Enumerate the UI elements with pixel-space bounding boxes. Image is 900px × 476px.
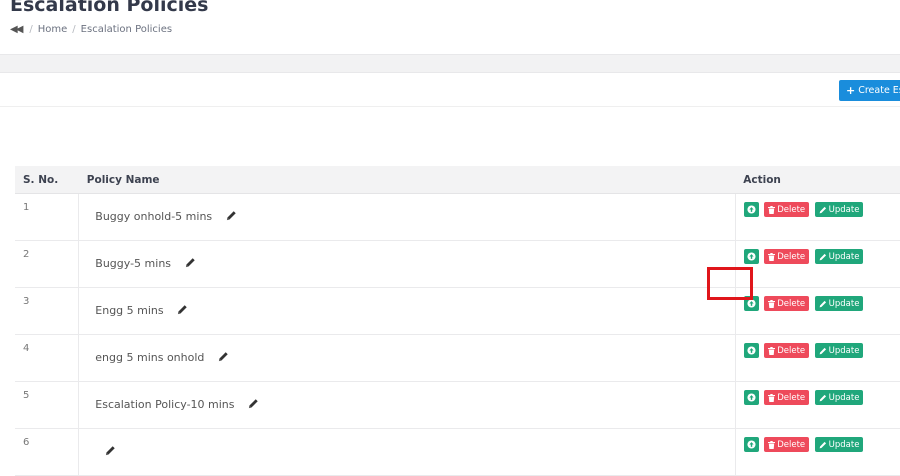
action-cell: Delete Update [735, 381, 900, 429]
table-header-row: S. No. Policy Name Action [15, 166, 900, 194]
delete-button[interactable]: Delete [764, 437, 810, 452]
view-button[interactable] [743, 296, 759, 311]
action-cell: Delete Update [735, 240, 900, 288]
pencil-icon [819, 206, 827, 214]
arrow-circle-up-icon [747, 205, 756, 214]
policy-name-cell [78, 428, 736, 476]
plus-icon: + [846, 84, 856, 97]
trash-icon [768, 393, 776, 402]
policy-name-cell: engg 5 mins onhold [78, 334, 736, 382]
double-left-arrow-icon[interactable]: ◀◀ [10, 24, 23, 35]
pencil-icon [819, 300, 827, 308]
pencil-icon[interactable] [226, 210, 237, 224]
pencil-icon [819, 347, 827, 355]
pencil-icon[interactable] [105, 445, 116, 459]
update-button[interactable]: Update [814, 390, 864, 405]
arrow-circle-up-icon [747, 252, 756, 261]
update-label: Update [828, 204, 860, 215]
table-row: 6 Delete Update [15, 428, 900, 476]
pencil-icon [819, 441, 827, 449]
divider [0, 106, 900, 107]
update-label: Update [828, 439, 860, 450]
delete-button[interactable]: Delete [764, 343, 810, 358]
action-cell: Delete Update [735, 287, 900, 335]
create-escalation-policy-button[interactable]: + Create Esc [839, 80, 900, 101]
policy-name-cell: Buggy-5 mins [78, 240, 736, 288]
trash-icon [768, 299, 776, 308]
update-button[interactable]: Update [814, 249, 864, 264]
pencil-icon[interactable] [248, 398, 259, 412]
view-button[interactable] [743, 390, 759, 405]
table-row: 3 Engg 5 mins Delete Update [15, 287, 900, 335]
pencil-icon[interactable] [185, 257, 196, 271]
sub-header-bar [0, 54, 900, 73]
delete-label: Delete [777, 204, 806, 215]
update-button[interactable]: Update [814, 296, 864, 311]
policy-name: Buggy-5 mins [95, 257, 172, 270]
table-row: 5 Escalation Policy-10 mins Delete Updat… [15, 381, 900, 429]
policy-name-cell: Escalation Policy-10 mins [78, 381, 736, 429]
table-row: 4 engg 5 mins onhold Delete Update [15, 334, 900, 382]
pencil-icon[interactable] [218, 351, 229, 365]
update-label: Update [828, 251, 860, 262]
pencil-icon[interactable] [177, 304, 188, 318]
breadcrumb: ◀◀ / Home / Escalation Policies [10, 24, 172, 35]
pencil-icon [819, 394, 827, 402]
delete-label: Delete [777, 392, 806, 403]
trash-icon [768, 205, 776, 214]
breadcrumb-separator: / [29, 24, 33, 35]
update-label: Update [828, 392, 860, 403]
delete-label: Delete [777, 439, 806, 450]
arrow-circle-up-icon [747, 440, 756, 449]
trash-icon [768, 346, 776, 355]
policies-table: S. No. Policy Name Action 1 Buggy onhold… [15, 166, 900, 476]
row-sno: 4 [15, 334, 80, 382]
policy-name-cell: Engg 5 mins [78, 287, 736, 335]
table-row: 2 Buggy-5 mins Delete Update [15, 240, 900, 288]
update-button[interactable]: Update [814, 343, 864, 358]
delete-label: Delete [777, 251, 806, 262]
view-button[interactable] [743, 343, 759, 358]
page-title: Escalation Policies [10, 0, 209, 16]
row-sno: 5 [15, 381, 80, 429]
action-cell: Delete Update [735, 193, 900, 241]
view-button[interactable] [743, 249, 759, 264]
header-action: Action [735, 166, 900, 194]
trash-icon [768, 252, 776, 261]
pencil-icon [819, 253, 827, 261]
arrow-circle-up-icon [747, 299, 756, 308]
policy-name: Engg 5 mins [95, 304, 164, 317]
row-sno: 1 [15, 193, 80, 241]
delete-label: Delete [777, 345, 806, 356]
table-row: 1 Buggy onhold-5 mins Delete Update [15, 193, 900, 241]
policy-name: Escalation Policy-10 mins [95, 398, 235, 411]
policy-name-cell: Buggy onhold-5 mins [78, 193, 736, 241]
delete-button[interactable]: Delete [764, 296, 810, 311]
delete-button[interactable]: Delete [764, 249, 810, 264]
action-cell: Delete Update [735, 428, 900, 476]
view-button[interactable] [743, 437, 759, 452]
update-label: Update [828, 298, 860, 309]
breadcrumb-separator: / [72, 24, 76, 35]
action-cell: Delete Update [735, 334, 900, 382]
update-label: Update [828, 345, 860, 356]
delete-label: Delete [777, 298, 806, 309]
arrow-circle-up-icon [747, 346, 756, 355]
create-button-label: Create Esc [858, 85, 900, 96]
breadcrumb-home-link[interactable]: Home [38, 24, 68, 35]
row-sno: 2 [15, 240, 80, 288]
policy-name: engg 5 mins onhold [95, 351, 205, 364]
update-button[interactable]: Update [814, 437, 864, 452]
update-button[interactable]: Update [814, 202, 864, 217]
view-button[interactable] [743, 202, 759, 217]
trash-icon [768, 440, 776, 449]
policy-name: Buggy onhold-5 mins [95, 210, 213, 223]
header-sno: S. No. [15, 166, 79, 194]
row-sno: 6 [15, 428, 80, 476]
breadcrumb-current: Escalation Policies [80, 24, 173, 35]
row-sno: 3 [15, 287, 80, 335]
delete-button[interactable]: Delete [764, 202, 810, 217]
header-policy-name: Policy Name [78, 166, 736, 194]
delete-button[interactable]: Delete [764, 390, 810, 405]
